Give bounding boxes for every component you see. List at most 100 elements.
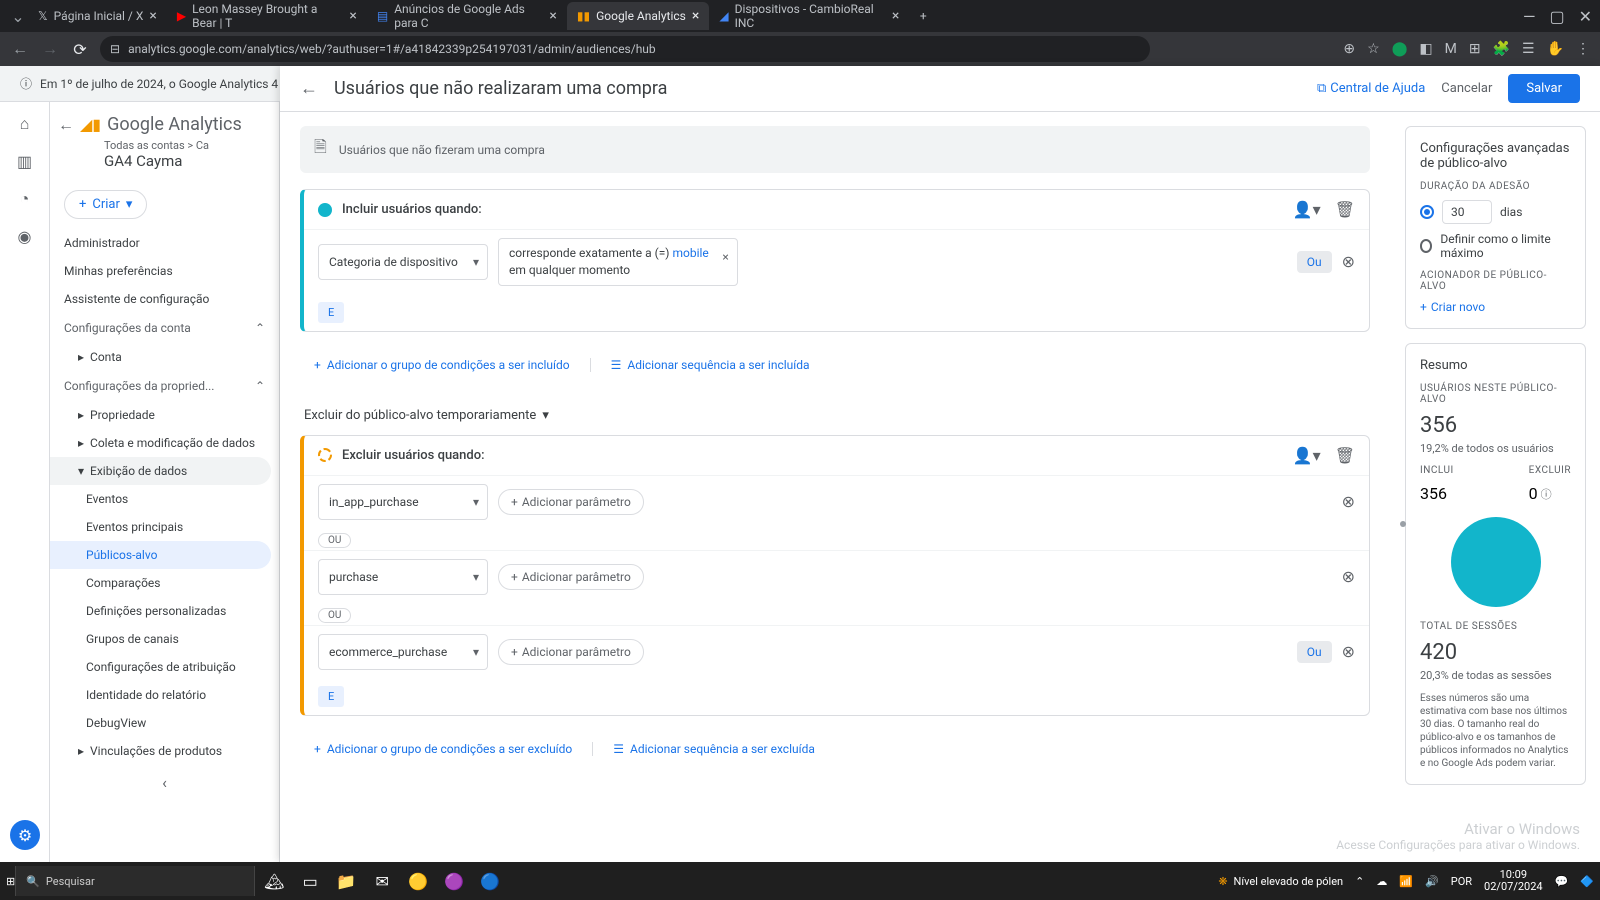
delete-group-icon[interactable]: 🗑: [1335, 446, 1355, 465]
sidebar-item-admin[interactable]: Administrador: [50, 229, 279, 257]
add-parameter-button[interactable]: +Adicionar parâmetro: [498, 639, 644, 665]
event-selector[interactable]: ecommerce_purchase: [318, 634, 488, 670]
event-selector[interactable]: in_app_purchase: [318, 484, 488, 520]
task-view-icon[interactable]: ▭: [297, 868, 323, 894]
extension-icon[interactable]: M: [1445, 41, 1457, 57]
extension-icon[interactable]: ⬤: [1392, 41, 1408, 57]
onedrive-icon[interactable]: ☁: [1376, 875, 1387, 888]
reports-icon[interactable]: ▥: [17, 152, 32, 171]
audience-description[interactable]: 🗎 Usuários que não fizeram uma compra: [300, 126, 1370, 173]
and-button[interactable]: E: [318, 686, 344, 707]
tab-dropdown-icon[interactable]: ⌄: [8, 7, 28, 26]
save-button[interactable]: Salvar: [1508, 74, 1580, 103]
pollen-widget[interactable]: ❋Nível elevado de pólen: [1218, 875, 1343, 888]
app-icon[interactable]: 🟣: [441, 868, 467, 894]
sidebar-item-events[interactable]: Eventos: [50, 485, 279, 513]
sidebar-item-collect[interactable]: ▸Coleta e modificação de dados: [50, 429, 279, 457]
new-tab-button[interactable]: +: [909, 2, 937, 30]
sidebar-item-audiences[interactable]: Públicos-alvo: [50, 541, 271, 569]
extensions-menu-icon[interactable]: 🧩: [1493, 41, 1510, 57]
sidebar-item-display[interactable]: ▾Exibição de dados: [50, 457, 271, 485]
sidebar-item-debug[interactable]: DebugView: [50, 709, 279, 737]
help-link[interactable]: ⧉Central de Ajuda: [1317, 81, 1425, 96]
property-name[interactable]: GA4 Cayma: [90, 152, 279, 180]
or-button[interactable]: Ou: [1297, 251, 1332, 273]
add-exclude-sequence[interactable]: ☰Adicionar sequência a ser excluída: [613, 742, 815, 756]
profile-avatar-icon[interactable]: ✋: [1547, 41, 1564, 57]
wifi-icon[interactable]: 📶: [1399, 875, 1413, 888]
add-include-group[interactable]: +Adicionar o grupo de condições a ser in…: [314, 358, 591, 372]
reading-list-icon[interactable]: ☰: [1522, 41, 1535, 57]
minimize-icon[interactable]: —: [1523, 7, 1536, 26]
remove-row-icon[interactable]: ⊗: [1342, 252, 1355, 271]
sidebar-item-comparisons[interactable]: Comparações: [50, 569, 279, 597]
add-parameter-button[interactable]: +Adicionar parâmetro: [498, 489, 644, 515]
condition-value[interactable]: corresponde exatamente a (=) mobile em q…: [498, 238, 738, 286]
explorer-icon[interactable]: 📁: [333, 868, 359, 894]
extension-icon[interactable]: ◧: [1419, 41, 1432, 57]
dimension-selector[interactable]: Categoria de dispositivo: [318, 244, 488, 280]
chrome-canary-icon[interactable]: 🔵: [477, 868, 503, 894]
settings-fab[interactable]: ⚙: [10, 820, 40, 850]
reload-icon[interactable]: ⟳: [70, 40, 90, 59]
cancel-button[interactable]: Cancelar: [1441, 81, 1492, 96]
info-icon[interactable]: ⓘ: [1541, 486, 1552, 502]
sidebar-section-property[interactable]: Configurações da propried...⌃: [50, 371, 279, 401]
taskbar-search[interactable]: 🔍Pesquisar: [15, 866, 255, 896]
create-button[interactable]: +Criar▾: [64, 190, 147, 219]
clear-value-icon[interactable]: ×: [722, 249, 728, 266]
close-window-icon[interactable]: ✕: [1579, 7, 1592, 26]
explore-icon[interactable]: ◔: [20, 189, 30, 209]
remove-row-icon[interactable]: ⊗: [1342, 492, 1355, 511]
volume-icon[interactable]: 🔊: [1425, 875, 1439, 888]
scope-icon[interactable]: 👤▾: [1293, 446, 1321, 465]
browser-tab[interactable]: ▤Anúncios de Google Ads para C×: [367, 2, 567, 30]
close-icon[interactable]: ×: [349, 8, 356, 24]
weather-icon[interactable]: 🏔: [261, 868, 287, 894]
duration-max-radio[interactable]: [1420, 239, 1432, 253]
sidebar-item-account[interactable]: ▸Conta: [50, 343, 279, 371]
back-arrow-icon[interactable]: ←: [300, 78, 318, 99]
sidebar-item-attribution[interactable]: Configurações de atribuição: [50, 653, 279, 681]
start-button[interactable]: ⊞: [6, 875, 15, 888]
mail-icon[interactable]: ✉: [369, 868, 395, 894]
collapse-sidebar-icon[interactable]: ‹: [50, 765, 279, 800]
sidebar-item-property[interactable]: ▸Propriedade: [50, 401, 279, 429]
back-icon[interactable]: ←: [58, 115, 74, 135]
exclude-scope-selector[interactable]: Excluir do público-alvo temporariamente …: [300, 408, 1370, 423]
tray-chevron-icon[interactable]: ⌃: [1355, 875, 1364, 888]
sidebar-item-prefs[interactable]: Minhas preferências: [50, 257, 279, 285]
tray-app-icon[interactable]: 🔷: [1580, 875, 1594, 888]
close-icon[interactable]: ×: [149, 8, 156, 24]
event-selector[interactable]: purchase: [318, 559, 488, 595]
remove-row-icon[interactable]: ⊗: [1342, 567, 1355, 586]
browser-tab[interactable]: ▶Leon Massey Brought a Bear | T×: [167, 2, 367, 30]
duration-input[interactable]: 30: [1442, 200, 1492, 224]
add-exclude-group[interactable]: +Adicionar o grupo de condições a ser ex…: [314, 742, 593, 756]
sidebar-item-setup[interactable]: Assistente de configuração: [50, 285, 279, 313]
advertising-icon[interactable]: ◉: [18, 227, 32, 246]
bookmark-icon[interactable]: ☆: [1367, 41, 1380, 57]
address-bar[interactable]: ⊟ analytics.google.com/analytics/web/?au…: [100, 36, 1150, 62]
sidebar-item-custom-def[interactable]: Definições personalizadas: [50, 597, 279, 625]
maximize-icon[interactable]: ▢: [1549, 7, 1564, 26]
browser-tab[interactable]: ◢Dispositivos - CambioReal INC×: [709, 2, 909, 30]
clock[interactable]: 10:09 02/07/2024: [1484, 869, 1543, 893]
sidebar-item-linking[interactable]: ▸Vinculações de produtos: [50, 737, 279, 765]
remove-row-icon[interactable]: ⊗: [1342, 642, 1355, 661]
duration-days-radio[interactable]: [1420, 205, 1434, 219]
delete-group-icon[interactable]: 🗑: [1335, 200, 1355, 219]
sidebar-item-key-events[interactable]: Eventos principais: [50, 513, 279, 541]
chrome-icon[interactable]: 🟡: [405, 868, 431, 894]
add-parameter-button[interactable]: +Adicionar parâmetro: [498, 564, 644, 590]
nav-back-icon[interactable]: ←: [10, 39, 30, 59]
language-icon[interactable]: POR: [1451, 875, 1472, 888]
sidebar-item-channels[interactable]: Grupos de canais: [50, 625, 279, 653]
close-icon[interactable]: ×: [892, 8, 899, 24]
zoom-icon[interactable]: ⊕: [1343, 41, 1355, 57]
sidebar-section-account[interactable]: Configurações da conta⌃: [50, 313, 279, 343]
chrome-menu-icon[interactable]: ⋮: [1576, 41, 1590, 57]
or-button[interactable]: Ou: [1297, 641, 1332, 663]
browser-tab[interactable]: 𝕏Página Inicial / X×: [28, 2, 167, 30]
create-trigger-button[interactable]: +Criar novo: [1420, 300, 1571, 314]
